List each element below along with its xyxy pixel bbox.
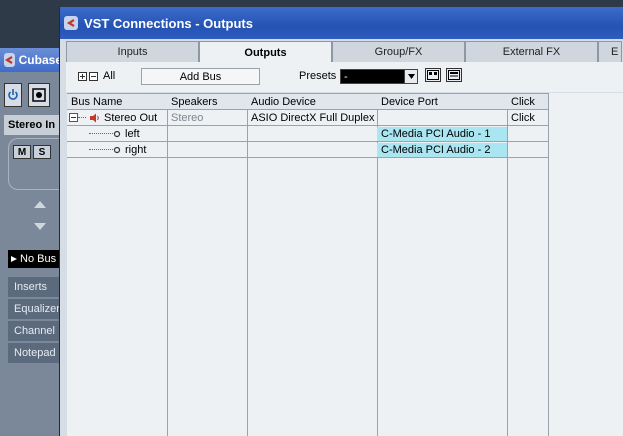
channel-device-port-cell[interactable]: C-Media PCI Audio - 2 xyxy=(377,143,507,157)
cubase-logo-icon xyxy=(4,53,15,67)
bus-audio-device-cell[interactable]: ASIO DirectX Full Duplex Driver xyxy=(247,110,377,125)
tab-outputs[interactable]: Outputs xyxy=(199,41,332,63)
column-header-click[interactable]: Click xyxy=(507,94,548,109)
section-channel[interactable]: Channel xyxy=(8,321,62,341)
column-header-device-port[interactable]: Device Port xyxy=(377,94,507,109)
bus-name: Stereo Out xyxy=(104,111,158,124)
tab-inputs[interactable]: Inputs xyxy=(66,41,199,62)
table-row-bus[interactable]: Stereo Out Stereo ASIO DirectX Full Dupl… xyxy=(67,110,548,126)
cubase-title: Cubase xyxy=(18,53,62,67)
tab-bar: Inputs Outputs Group/FX External FX E xyxy=(66,41,623,63)
channel-name-field[interactable]: Stereo In xyxy=(4,115,62,135)
arrow-right-icon xyxy=(11,256,17,262)
collapse-tree-icon[interactable] xyxy=(69,113,78,122)
section-equalizers[interactable]: Equalizers xyxy=(8,299,62,319)
bus-name-cell[interactable]: Stereo Out xyxy=(67,110,167,125)
expand-collapse-all: All xyxy=(78,70,115,82)
tab-external-instruments[interactable]: E xyxy=(598,41,622,62)
dropdown-arrow-icon[interactable] xyxy=(404,70,417,83)
presets-value: - xyxy=(344,70,348,83)
channel-name: right xyxy=(125,143,147,156)
column-header-speakers[interactable]: Speakers xyxy=(167,94,247,109)
arrow-up-icon[interactable] xyxy=(34,201,46,208)
cubase-logo-icon xyxy=(64,16,78,30)
section-notepad[interactable]: Notepad xyxy=(8,343,62,363)
record-icon[interactable] xyxy=(28,83,50,107)
channel-pin-icon xyxy=(113,130,121,138)
table-row-channel[interactable]: right C-Media PCI Audio - 2 xyxy=(67,142,548,158)
add-bus-button[interactable]: Add Bus xyxy=(141,68,260,85)
speaker-icon xyxy=(89,113,100,123)
expand-all-icon[interactable] xyxy=(78,71,87,81)
bus-speakers-cell[interactable]: Stereo xyxy=(167,110,247,125)
section-inserts[interactable]: Inserts xyxy=(8,277,62,297)
bus-device-port-cell[interactable] xyxy=(377,110,507,125)
window-title: VST Connections - Outputs xyxy=(84,15,253,31)
vst-connections-window: VST Connections - Outputs Inputs Outputs… xyxy=(59,7,623,436)
tab-external-fx[interactable]: External FX xyxy=(465,41,598,62)
tab-group-fx[interactable]: Group/FX xyxy=(332,41,465,62)
column-header-bus-name[interactable]: Bus Name xyxy=(67,94,167,109)
all-label: All xyxy=(103,70,116,82)
table-header: Bus Name Speakers Audio Device Device Po… xyxy=(67,93,548,110)
bus-table: Bus Name Speakers Audio Device Device Po… xyxy=(67,93,623,436)
save-preset-icon[interactable] xyxy=(425,68,441,82)
channel-name: left xyxy=(125,127,140,140)
window-titlebar[interactable]: VST Connections - Outputs xyxy=(60,7,623,39)
power-icon[interactable] xyxy=(4,83,22,107)
mute-solo-group: M S xyxy=(8,138,62,190)
channel-name-cell[interactable]: left xyxy=(67,126,167,141)
collapse-all-icon[interactable] xyxy=(89,71,98,81)
arrow-down-icon[interactable] xyxy=(34,223,46,230)
channel-device-port-cell[interactable]: C-Media PCI Audio - 1 xyxy=(377,127,507,141)
routing-label: No Bus xyxy=(20,253,57,265)
output-routing-select[interactable]: No Bus xyxy=(8,250,62,268)
column-header-audio-device[interactable]: Audio Device xyxy=(247,94,377,109)
mute-button[interactable]: M xyxy=(13,145,31,159)
channel-name-cell[interactable]: right xyxy=(67,142,167,157)
delete-preset-icon[interactable] xyxy=(446,68,462,82)
cubase-mixer-window: Cubase Stereo In M S No Bus Inserts Equa… xyxy=(0,48,62,436)
toolbar: All Add Bus Presets - xyxy=(66,62,623,92)
bus-click-cell[interactable]: Click xyxy=(507,110,548,125)
table-row-channel[interactable]: left C-Media PCI Audio - 1 xyxy=(67,126,548,142)
channel-pin-icon xyxy=(113,146,121,154)
cubase-titlebar[interactable]: Cubase xyxy=(0,48,62,72)
presets-label: Presets xyxy=(299,70,337,82)
solo-button[interactable]: S xyxy=(33,145,51,159)
presets-select[interactable]: - xyxy=(340,69,418,84)
